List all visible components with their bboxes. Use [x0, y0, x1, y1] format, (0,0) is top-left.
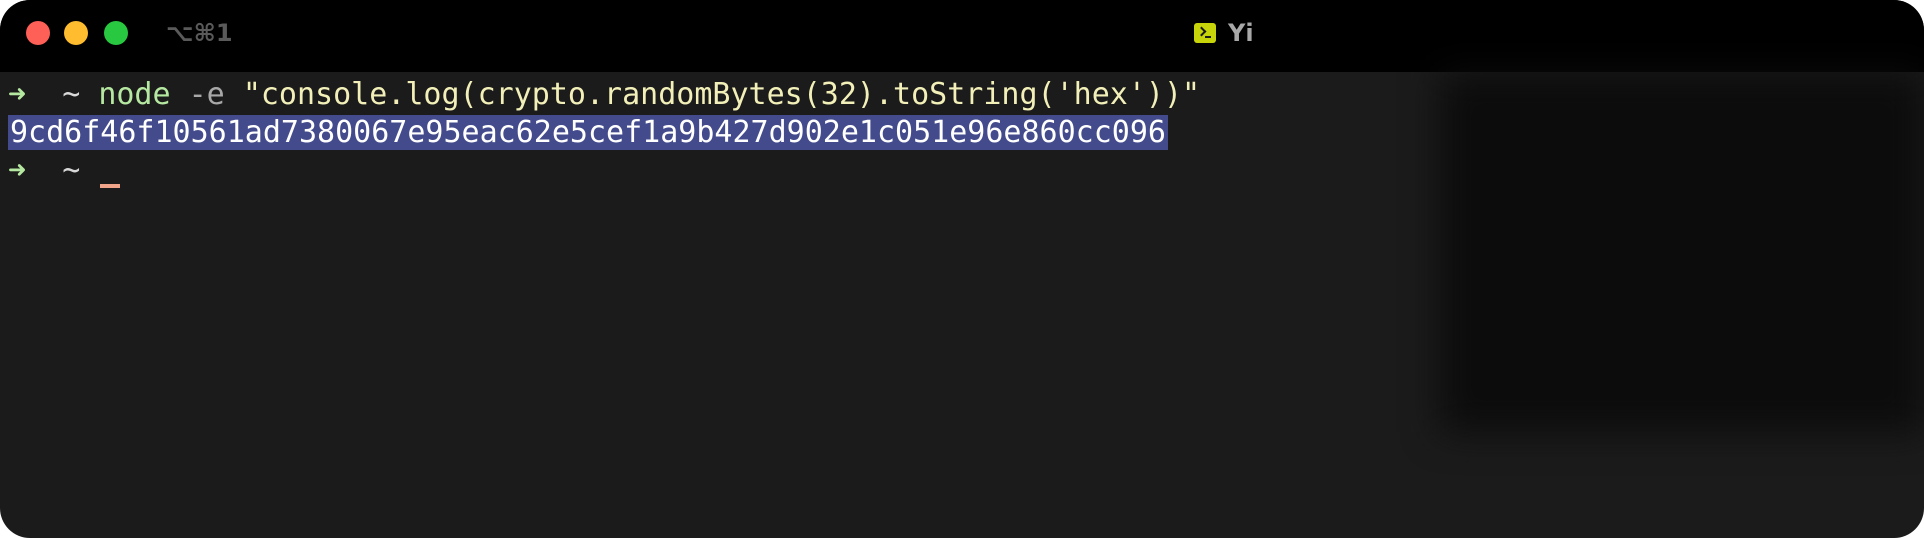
maximize-button[interactable]: [104, 21, 128, 45]
text-cursor: [100, 184, 121, 188]
prompt-cwd: ~: [62, 77, 81, 112]
window-title: Yi: [1194, 18, 1254, 48]
minimize-button[interactable]: [64, 21, 88, 45]
background-blur-panel: [1440, 72, 1924, 432]
window-title-text: Yi: [1228, 19, 1254, 47]
prompt-cwd: ~: [62, 153, 81, 188]
prompt-arrow-icon: ➜: [8, 153, 27, 188]
title-bar: ⌥⌘1 Yi: [0, 0, 1924, 72]
command-argument: "console.log(crypto.randomBytes(32).toSt…: [242, 77, 1201, 112]
command-line: ➜ ~ node -e "console.log(crypto.randomBy…: [8, 76, 1200, 114]
prompt-line: ➜ ~: [8, 152, 121, 190]
output-line: 9cd6f46f10561ad7380067e95eac62e5cef1a9b4…: [8, 114, 1168, 152]
close-button[interactable]: [26, 21, 50, 45]
selected-output[interactable]: 9cd6f46f10561ad7380067e95eac62e5cef1a9b4…: [8, 115, 1168, 150]
terminal-icon: [1194, 23, 1216, 43]
command-name: node: [98, 77, 171, 112]
tab-shortcut-label: ⌥⌘1: [166, 19, 233, 47]
terminal-window: ⌥⌘1 Yi ➜ ~ node -e "console.log(crypto.r…: [0, 0, 1924, 538]
command-flag: -e: [188, 77, 225, 112]
prompt-arrow-icon: ➜: [8, 77, 27, 112]
